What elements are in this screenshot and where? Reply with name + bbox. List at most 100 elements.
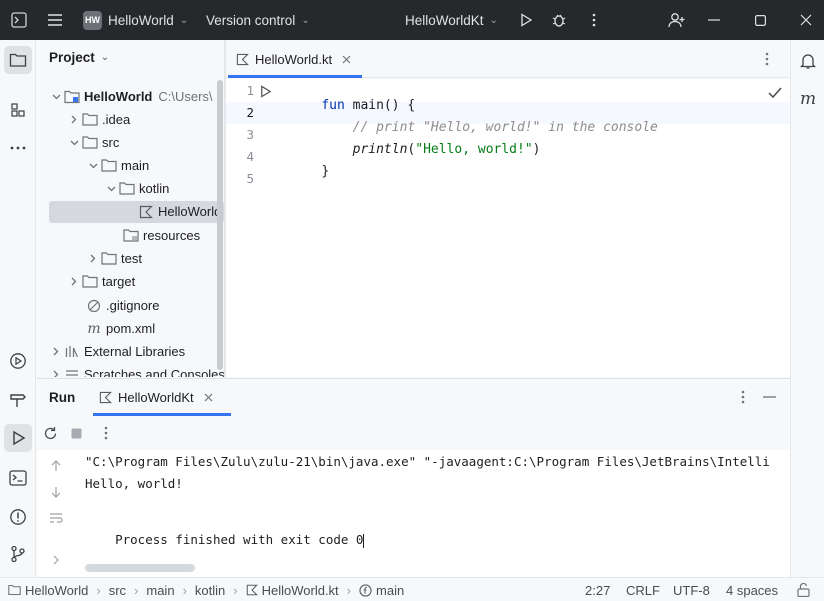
more-actions-icon[interactable] [584,0,604,40]
structure-tool-icon[interactable] [4,96,32,124]
breadcrumb: HelloWorld › src › main › kotlin › Hello… [8,578,404,601]
module-folder-icon [8,584,21,596]
module-folder-icon [63,90,81,104]
chevron-right-icon[interactable] [49,552,63,568]
debug-icon[interactable] [549,0,569,40]
tree-item-pom[interactable]: m pom.xml [85,317,155,340]
project-tool-icon[interactable] [4,46,32,74]
close-tab-icon[interactable] [204,393,213,402]
tree-item-label: pom.xml [106,321,156,336]
chevron-down-icon [49,94,63,100]
tree-item-src[interactable]: src [67,131,119,154]
project-selector[interactable]: HW HelloWorld ⌄ [83,0,188,40]
breadcrumb-item[interactable]: HelloWorld.kt [262,583,339,598]
run-config-selector[interactable]: HelloWorldKt ⌄ [405,0,498,40]
breadcrumb-item[interactable]: main [376,583,404,598]
terminal-tool-icon[interactable] [4,464,32,492]
notifications-icon[interactable] [795,48,821,74]
problems-tool-icon[interactable] [4,503,32,531]
caret-position[interactable]: 2:27 [585,578,610,601]
tree-item-idea[interactable]: .idea [67,108,130,131]
kotlin-file-icon [99,391,112,404]
git-tool-icon[interactable] [4,540,32,568]
chevron-right-icon: › [182,582,187,598]
run-tool-icon[interactable] [4,424,32,452]
more-tools-icon[interactable] [4,134,32,162]
project-panel: Project ⌄ HelloWorld C:\Users\ .idea src… [37,40,224,377]
tree-item-scratches[interactable]: Scratches and Consoles [49,363,224,377]
chevron-down-icon: ⌄ [179,14,189,26]
tree-item-helloworld-root[interactable]: HelloWorld C:\Users\ [49,85,213,108]
tree-item-helloworld-kt[interactable]: HelloWorld [137,200,221,223]
code-editor[interactable]: 1 2 3 4 5 fun main() { // print "Hello, … [226,79,790,377]
tree-item-external-libraries[interactable]: External Libraries [49,340,185,363]
build-tool-icon[interactable] [4,386,32,414]
minimize-icon[interactable] [703,0,725,40]
close-window-icon[interactable] [795,0,817,40]
kotlin-file-icon [236,53,249,66]
soft-wrap-icon[interactable] [48,510,64,526]
editor-tab-bar: HelloWorld.kt [226,40,790,78]
app-logo-icon[interactable] [8,0,30,40]
run-config-label: HelloWorldKt [405,12,484,28]
run-console[interactable]: "C:\Program Files\Zulu\zulu-21\bin\java.… [37,450,790,577]
left-tool-strip [0,40,36,577]
scratches-icon [63,368,81,377]
vcs-widget[interactable]: Version control ⌄ [206,0,310,40]
indent-setting[interactable]: 4 spaces [726,578,778,601]
breadcrumb-item[interactable]: HelloWorld [25,583,88,598]
run-panel-title: Run [49,389,76,405]
tree-item-target[interactable]: target [67,270,135,293]
run-tab-helloworldkt[interactable]: HelloWorldKt [99,379,213,415]
scroll-down-icon[interactable] [49,484,63,500]
close-tab-icon[interactable] [342,55,351,64]
source-folder-icon [118,182,136,195]
breadcrumb-item[interactable]: kotlin [195,583,225,598]
active-tab-underline [228,75,362,78]
tree-item-test[interactable]: test [86,247,142,270]
chevron-right-icon: › [233,582,238,598]
breadcrumb-item[interactable]: src [109,583,126,598]
kotlin-file-icon [137,205,155,219]
more-actions-icon[interactable] [99,424,113,442]
function-icon [359,583,372,597]
console-command-line: "C:\Program Files\Zulu\zulu-21\bin\java.… [85,454,770,469]
unlock-icon[interactable] [797,578,810,601]
file-encoding[interactable]: UTF-8 [673,578,710,601]
main-menu-icon[interactable] [42,0,68,40]
scroll-up-icon[interactable] [49,458,63,474]
chevron-down-icon: ⌄ [489,14,498,26]
tree-item-label: Scratches and Consoles [84,367,224,377]
maven-tool-icon[interactable]: m [795,86,821,112]
gutter-run-icon[interactable] [259,85,272,98]
run-panel-options-icon[interactable] [735,389,751,405]
tree-item-resources[interactable]: resources [122,224,200,247]
project-badge: HW [83,10,102,30]
project-panel-title[interactable]: Project ⌄ [49,50,109,65]
editor-tab-label: HelloWorld.kt [255,51,333,67]
tab-options-icon[interactable] [758,50,776,68]
console-horizontal-scrollbar[interactable] [85,564,195,572]
tree-item-gitignore[interactable]: .gitignore [85,294,159,317]
breadcrumb-item[interactable]: main [146,583,174,598]
rerun-icon[interactable] [41,424,59,442]
line-separator[interactable]: CRLF [626,578,660,601]
no-problems-check-icon[interactable] [768,87,782,99]
hide-panel-icon[interactable] [759,389,779,405]
editor-tab-helloworld-kt[interactable]: HelloWorld.kt [236,40,351,78]
line-number: 3 [246,127,254,142]
maximize-icon[interactable] [749,0,771,40]
tree-item-main[interactable]: main [86,154,149,177]
add-user-icon[interactable] [666,0,688,40]
tree-item-label: main [121,158,150,173]
run-icon[interactable] [516,0,536,40]
library-icon [63,345,81,358]
tree-item-label: test [121,251,142,266]
tree-item-kotlin[interactable]: kotlin [104,177,169,200]
chevron-right-icon: › [96,582,101,598]
project-scrollbar[interactable] [217,80,223,370]
services-tool-icon[interactable] [4,347,32,375]
folder-icon [100,252,118,265]
stop-icon[interactable] [67,424,85,442]
folder-icon [100,159,118,172]
